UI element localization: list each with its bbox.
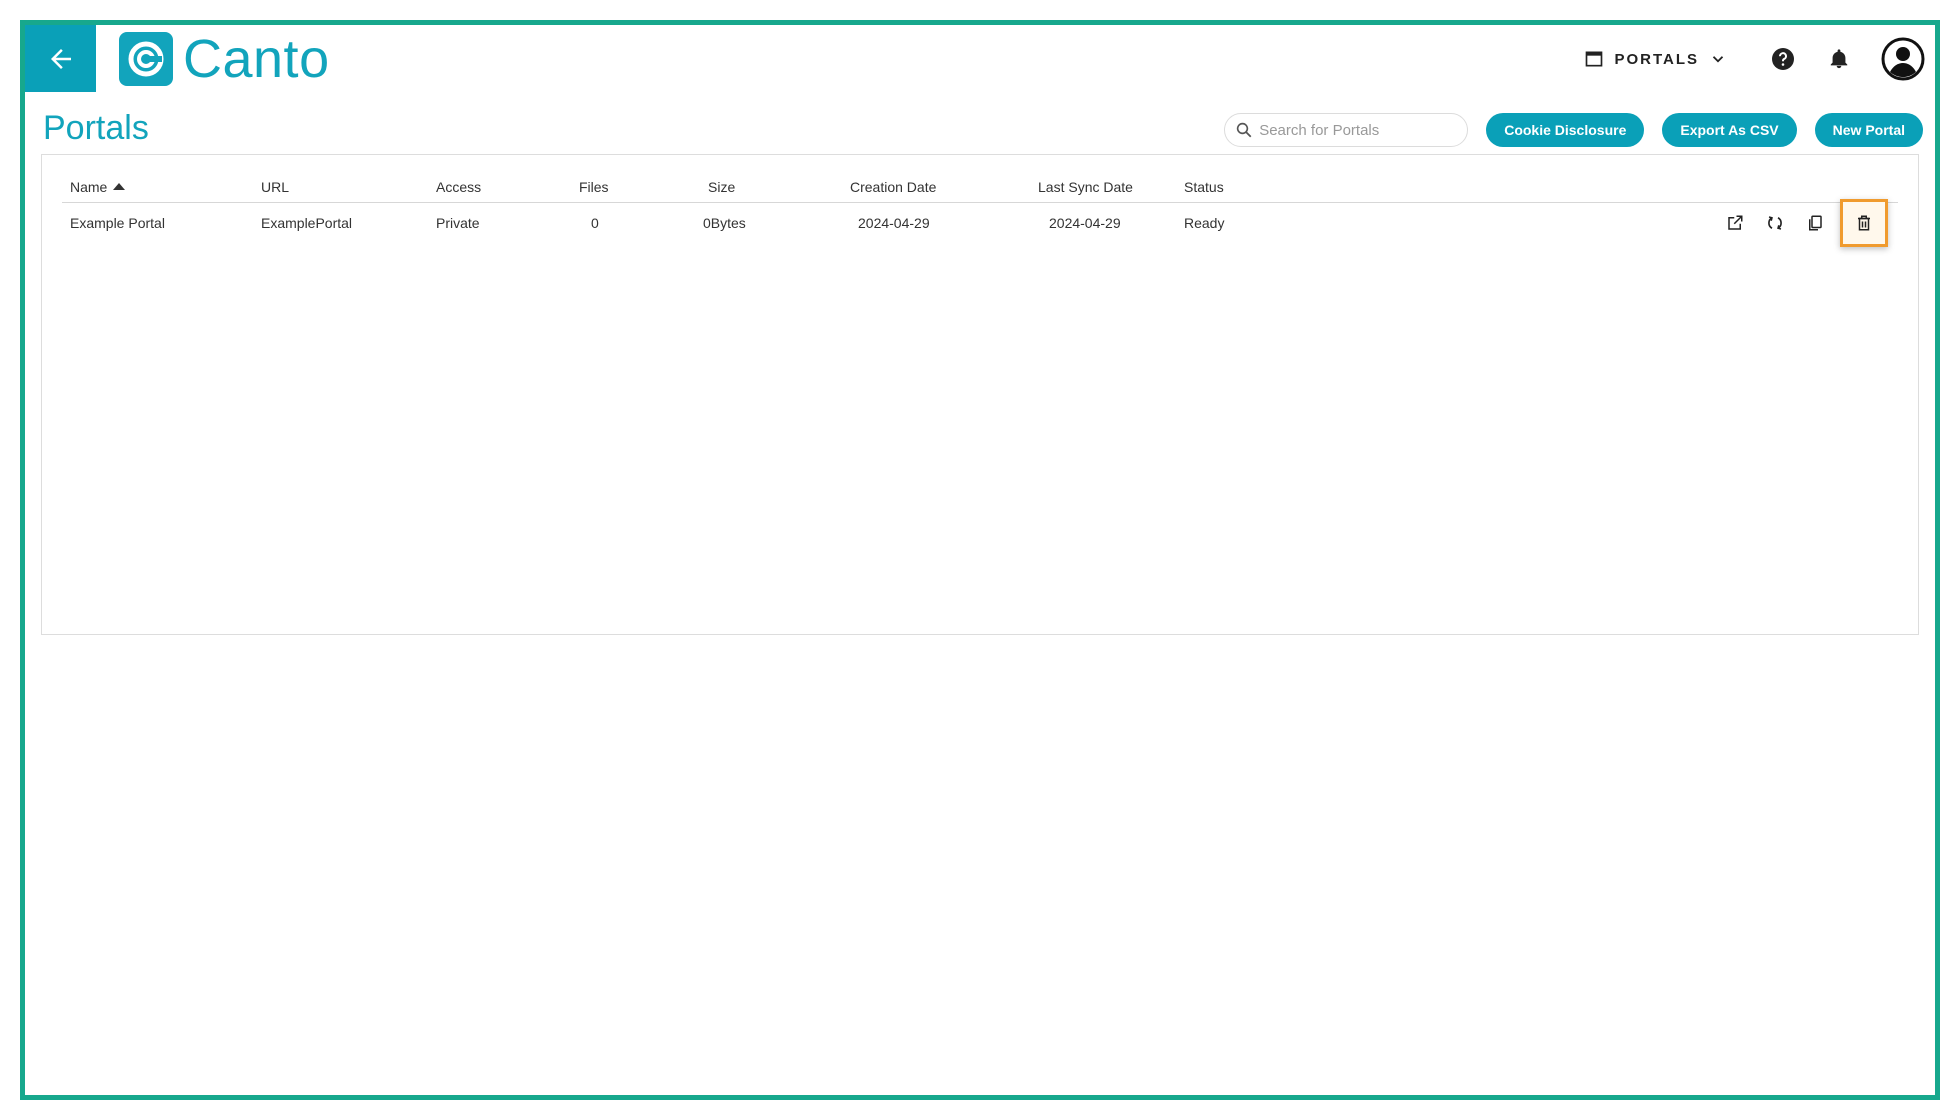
cookie-disclosure-button[interactable]: Cookie Disclosure bbox=[1486, 113, 1645, 147]
column-header-access[interactable]: Access bbox=[436, 179, 481, 195]
page-title: Portals bbox=[43, 109, 149, 147]
column-header-name[interactable]: Name bbox=[70, 179, 126, 195]
portals-switcher[interactable]: PORTALS bbox=[1584, 49, 1727, 69]
notifications-button[interactable] bbox=[1825, 45, 1853, 73]
export-csv-button[interactable]: Export As CSV bbox=[1662, 113, 1797, 147]
column-header-url[interactable]: URL bbox=[261, 179, 289, 195]
logo-text: Canto bbox=[183, 29, 330, 89]
cell-status: Ready bbox=[1184, 215, 1225, 231]
column-header-files[interactable]: Files bbox=[579, 179, 609, 195]
edit-portal-button[interactable] bbox=[1720, 208, 1750, 238]
portals-switcher-label: PORTALS bbox=[1614, 50, 1699, 68]
portals-table-panel: Name URL Access Files Size Creation Date… bbox=[41, 154, 1919, 635]
cell-url: ExamplePortal bbox=[261, 215, 353, 231]
canto-logo[interactable]: Canto bbox=[119, 29, 330, 89]
cell-access: Private bbox=[436, 215, 480, 231]
column-header-last-sync-date[interactable]: Last Sync Date bbox=[1038, 179, 1133, 195]
cell-files: 0 bbox=[591, 215, 599, 231]
help-button[interactable] bbox=[1769, 45, 1797, 73]
user-avatar[interactable] bbox=[1881, 37, 1925, 81]
cell-last-sync-date: 2024-04-29 bbox=[1049, 215, 1121, 231]
delete-portal-button[interactable] bbox=[1840, 199, 1888, 247]
portals-toolbar: Cookie Disclosure Export As CSV New Port… bbox=[1224, 113, 1923, 147]
sync-icon bbox=[1768, 216, 1782, 230]
column-header-creation-date[interactable]: Creation Date bbox=[850, 179, 936, 195]
search-box[interactable] bbox=[1224, 113, 1469, 147]
cell-size: 0Bytes bbox=[703, 215, 746, 231]
canto-logo-mark bbox=[119, 32, 173, 86]
chevron-down-icon bbox=[1712, 56, 1724, 63]
window-icon bbox=[1586, 51, 1603, 67]
new-portal-button[interactable]: New Portal bbox=[1814, 113, 1923, 147]
sort-ascending-icon bbox=[113, 183, 126, 190]
table-header: Name URL Access Files Size Creation Date… bbox=[62, 173, 1898, 203]
app-window: Canto PORTALS Portals Search for Portals… bbox=[20, 20, 1940, 1100]
help-icon bbox=[1772, 48, 1794, 70]
copy-portal-button[interactable] bbox=[1800, 208, 1830, 238]
search-input[interactable] bbox=[1259, 121, 1450, 139]
column-header-size[interactable]: Size bbox=[708, 179, 735, 195]
arrow-left-icon bbox=[50, 48, 71, 69]
user-icon bbox=[1881, 37, 1925, 81]
row-actions bbox=[1720, 199, 1888, 247]
header-actions: PORTALS bbox=[1584, 35, 1935, 83]
cell-creation-date: 2024-04-29 bbox=[858, 215, 930, 231]
cell-name: Example Portal bbox=[70, 215, 165, 231]
table-row[interactable]: Example Portal ExamplePortal Private 0 0… bbox=[62, 199, 1898, 247]
search-icon bbox=[1237, 122, 1252, 138]
copy-icon bbox=[1809, 215, 1822, 231]
trash-icon bbox=[1858, 215, 1870, 231]
portals-table: Name URL Access Files Size Creation Date… bbox=[62, 173, 1898, 247]
bell-icon bbox=[1830, 49, 1848, 69]
sync-portal-button[interactable] bbox=[1760, 208, 1790, 238]
back-button[interactable] bbox=[25, 25, 96, 92]
open-external-icon bbox=[1728, 215, 1743, 230]
column-header-status[interactable]: Status bbox=[1184, 179, 1224, 195]
